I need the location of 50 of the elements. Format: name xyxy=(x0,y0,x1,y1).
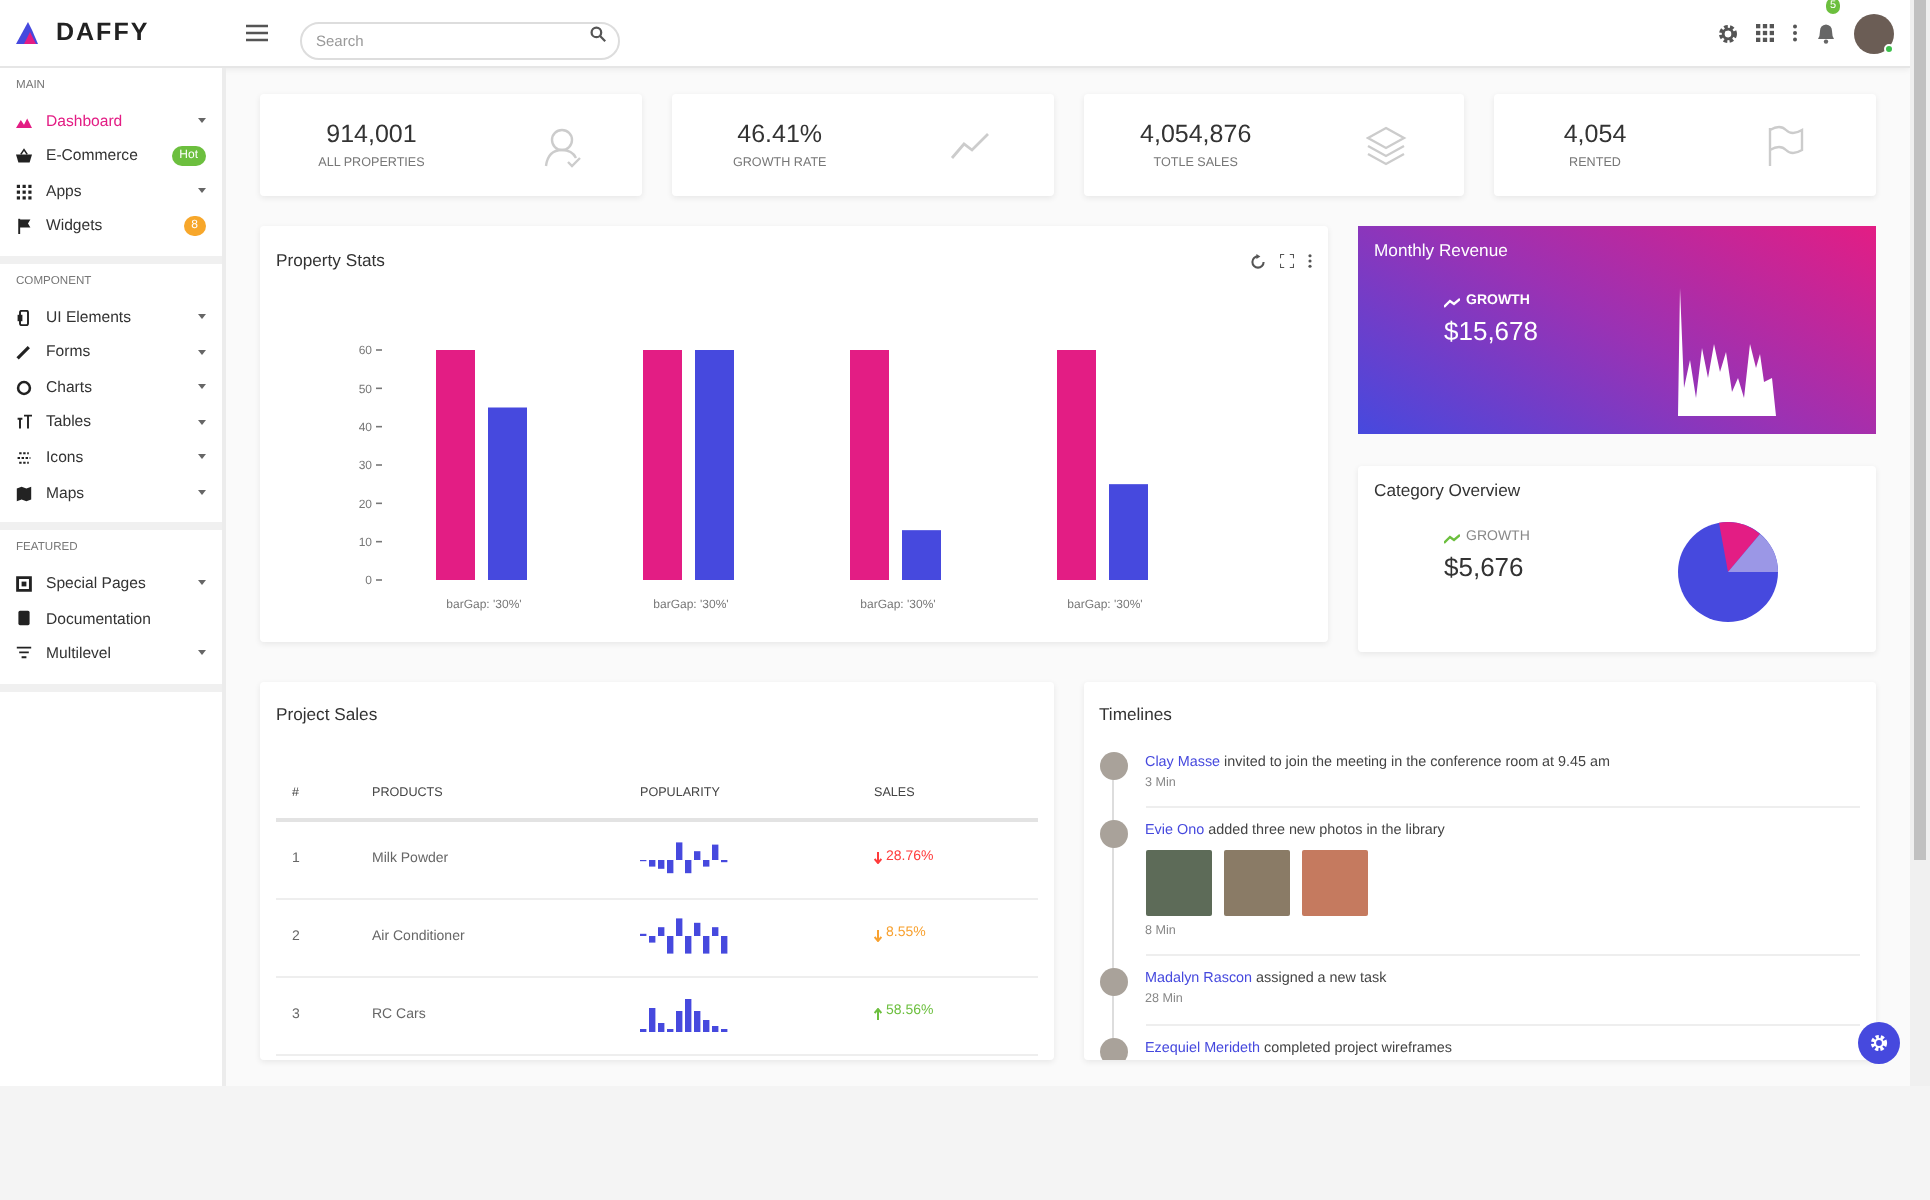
apps-grid-icon[interactable] xyxy=(1756,24,1774,42)
stat-value: 914,001 xyxy=(324,118,419,153)
layers-icon xyxy=(1365,123,1408,167)
phone-icon xyxy=(16,309,32,326)
more-icon[interactable] xyxy=(1792,24,1798,42)
grid-icon xyxy=(16,183,32,200)
revenue-value: $15,678 xyxy=(1444,314,1538,351)
category-value: $5,676 xyxy=(1444,550,1526,587)
fullscreen-icon[interactable] xyxy=(1280,254,1294,268)
ring-icon xyxy=(16,379,32,396)
avatar xyxy=(1099,820,1127,849)
bar xyxy=(902,530,941,580)
sparkline-drawing xyxy=(640,918,730,957)
stat-value: 4,054 xyxy=(1563,118,1627,153)
sparkline-drawing xyxy=(640,996,730,1035)
trend-up-icon xyxy=(1444,533,1460,544)
settings-button[interactable] xyxy=(1858,1022,1900,1064)
stat-value: 4,054,876 xyxy=(1140,118,1252,153)
pie-chart-drawing xyxy=(1676,519,1780,624)
flag-icon xyxy=(1764,123,1807,167)
logo-text: DAFFY xyxy=(56,16,150,51)
card-title: Project Sales xyxy=(276,702,380,728)
list-icon xyxy=(16,449,32,466)
user-avatar[interactable] xyxy=(1854,13,1894,53)
menu-icon[interactable] xyxy=(246,24,268,42)
bell-icon[interactable] xyxy=(1816,21,1836,44)
stat-value: 46.41% xyxy=(735,118,825,153)
card-title: Property Stats xyxy=(276,248,385,274)
user-icon xyxy=(541,123,584,167)
logo-icon xyxy=(16,22,42,44)
settings-icon xyxy=(1870,1034,1888,1052)
frame-icon xyxy=(16,575,32,592)
bar xyxy=(1109,484,1148,580)
avatar xyxy=(1099,1037,1127,1060)
book-icon xyxy=(16,610,32,627)
settings-icon[interactable] xyxy=(1718,23,1738,43)
avatar xyxy=(1099,968,1127,997)
text-size-icon xyxy=(16,414,32,431)
card-title: Monthly Revenue xyxy=(1374,238,1510,264)
refresh-icon[interactable] xyxy=(1250,253,1266,269)
map-icon xyxy=(16,485,32,502)
flag-icon xyxy=(16,218,32,235)
avatar xyxy=(1099,751,1127,780)
card-title: Category Overview xyxy=(1374,478,1523,504)
search-icon[interactable] xyxy=(590,25,606,41)
trend-up-icon xyxy=(1444,297,1460,308)
pencil-icon xyxy=(16,344,32,361)
card-title: Timelines xyxy=(1099,702,1174,728)
filter-icon xyxy=(16,645,32,662)
basket-icon xyxy=(16,148,32,165)
